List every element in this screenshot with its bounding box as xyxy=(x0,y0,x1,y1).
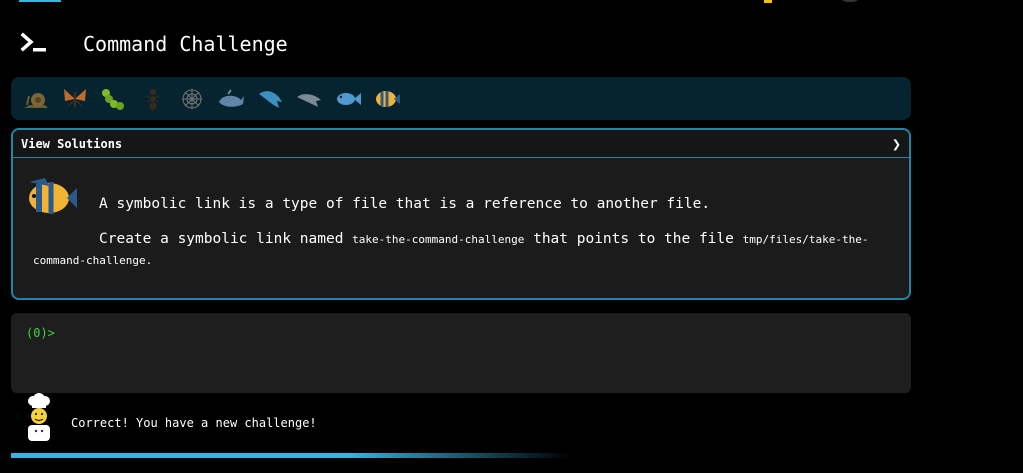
status-message: Correct! You have a new challenge! xyxy=(71,416,317,430)
snail-icon[interactable] xyxy=(19,82,53,116)
app-title: Command Challenge xyxy=(83,32,288,56)
header-decoration xyxy=(18,0,62,2)
app-header: Command Challenge xyxy=(20,30,288,58)
challenge-task: Create a symbolic link named take-the-co… xyxy=(33,229,883,271)
dolphin-icon[interactable] xyxy=(253,82,287,116)
challenge-intro: A symbolic link is a type of file that i… xyxy=(99,196,711,212)
corner-avatar xyxy=(838,0,862,2)
butterfly-icon[interactable] xyxy=(58,82,92,116)
link-name-code: take-the-command-challenge xyxy=(352,233,525,246)
challenge-panel: View Solutions ❯ A symbolic link is a ty… xyxy=(11,128,911,300)
view-solutions-label: View Solutions xyxy=(21,136,123,151)
dolphin-grey-icon[interactable] xyxy=(292,82,326,116)
spider-web-icon[interactable] xyxy=(175,82,209,116)
view-solutions-toggle[interactable]: View Solutions ❯ xyxy=(13,130,909,158)
task-suffix: . xyxy=(145,254,153,267)
corner-decoration xyxy=(764,0,772,3)
shell-prompt: (0)> xyxy=(26,326,55,340)
tropical-fish-icon xyxy=(25,174,77,220)
chef-icon xyxy=(23,393,55,441)
fish-icon[interactable] xyxy=(331,82,365,116)
task-middle: that points to the file xyxy=(524,231,743,247)
terminal-console[interactable]: (0)> xyxy=(11,313,911,393)
caterpillar-icon[interactable] xyxy=(97,82,131,116)
terminal-icon xyxy=(20,30,48,58)
progress-animal-bar xyxy=(11,77,911,120)
chevron-right-icon[interactable]: ❯ xyxy=(892,135,901,153)
ant-icon[interactable] xyxy=(136,82,170,116)
task-prefix: Create a symbolic link named xyxy=(99,231,353,247)
whale-icon[interactable] xyxy=(214,82,248,116)
tropical-fish-icon[interactable] xyxy=(370,82,404,116)
progress-bar xyxy=(11,453,571,458)
